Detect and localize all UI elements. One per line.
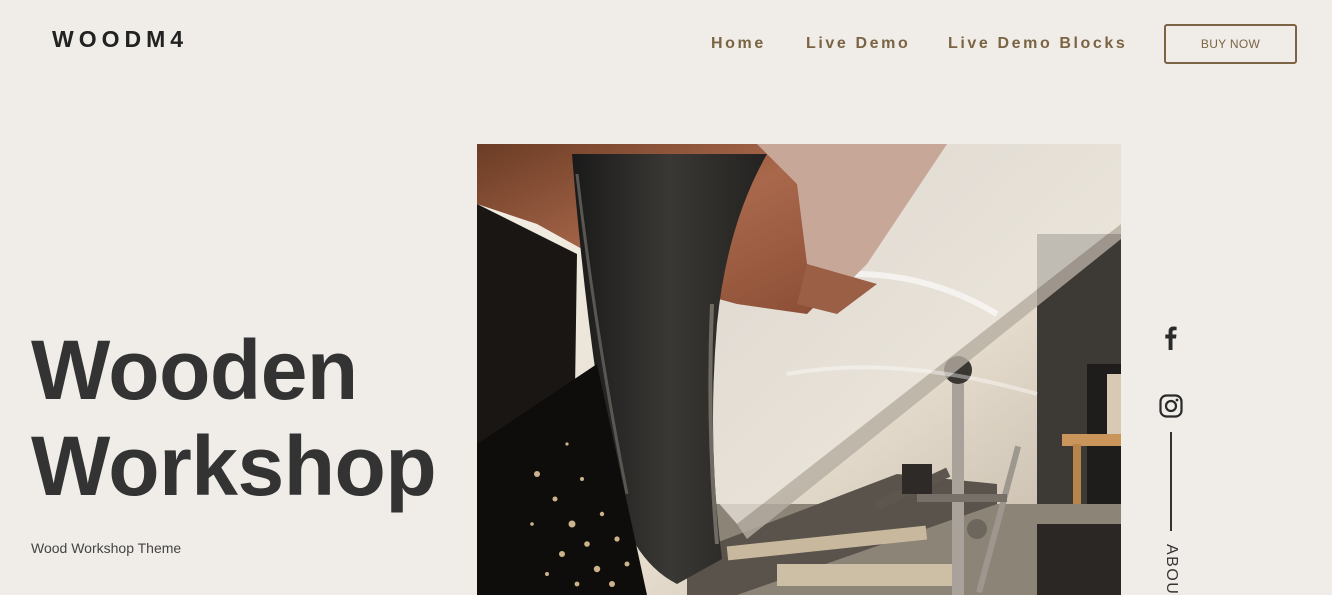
woodworking-planer-image <box>477 144 1121 595</box>
nav-live-demo-blocks[interactable]: Live Demo Blocks <box>948 32 1127 56</box>
vertical-divider <box>1170 432 1172 531</box>
nav-home[interactable]: Home <box>711 32 766 56</box>
nav-live-demo[interactable]: Live Demo <box>806 32 910 56</box>
hero-subtitle: Wood Workshop Theme <box>31 540 182 556</box>
facebook-icon[interactable] <box>1159 324 1183 350</box>
instagram-icon[interactable] <box>1159 394 1183 418</box>
hero-title-line-1: Wooden <box>31 323 358 417</box>
buy-now-button[interactable]: BUY NOW <box>1164 24 1297 64</box>
hero-title-line-2: Workshop <box>31 419 437 513</box>
hero-photo <box>477 144 1121 595</box>
hero-title: Wooden Workshop <box>31 322 437 514</box>
about-vertical-link[interactable]: ABOU <box>1161 544 1181 595</box>
site-logo[interactable]: WOODM4 <box>52 24 188 54</box>
